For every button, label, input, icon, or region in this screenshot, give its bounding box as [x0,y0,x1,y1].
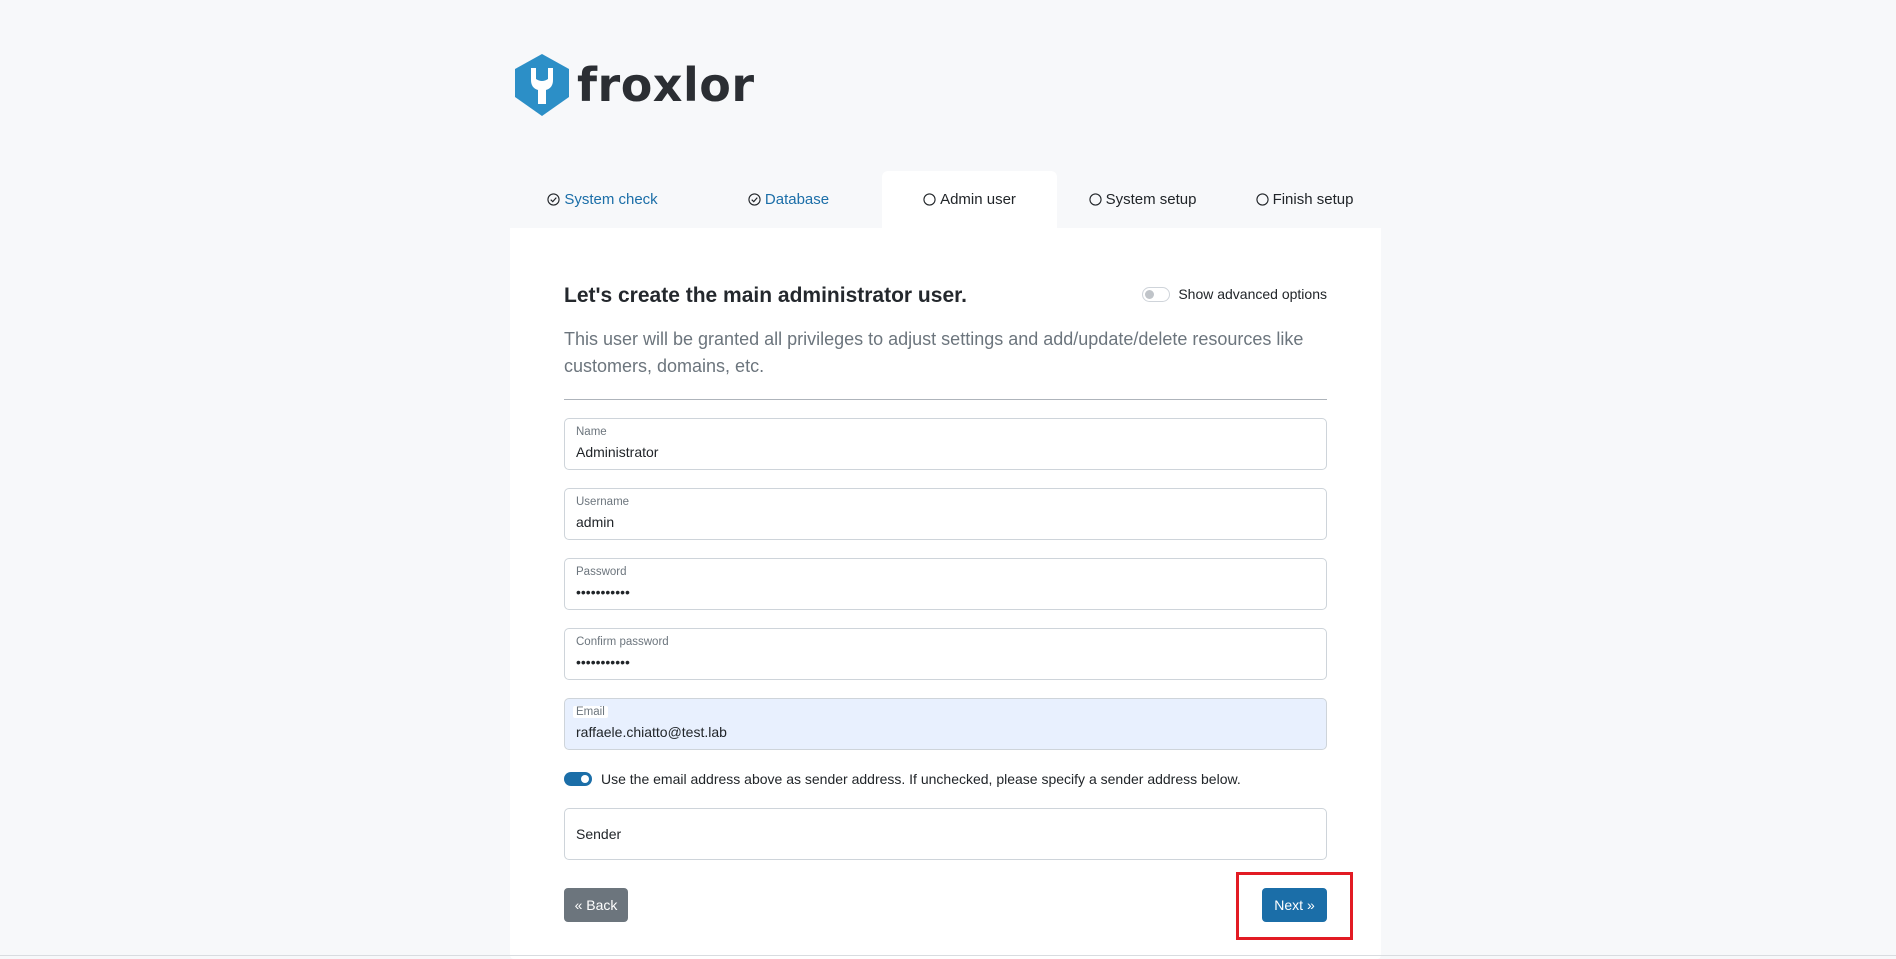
circle-icon [923,193,936,206]
intro-text: This user will be granted all privileges… [564,329,1304,376]
use-email-as-sender-label: Use the email address above as sender ad… [601,771,1241,787]
field-value[interactable]: ••••••••••• [576,654,630,670]
froxlor-logo: froxlor [509,52,755,118]
sender-field[interactable]: Sender [564,808,1327,860]
tab-label: System check [564,191,658,208]
next-button-highlight [1236,872,1353,940]
tab-label: Database [764,191,830,208]
confirm-password-field[interactable]: Confirm password ••••••••••• [564,628,1327,680]
toggle-switch[interactable] [1142,286,1171,302]
use-email-as-sender-toggle[interactable]: Use the email address above as sender ad… [564,771,1241,787]
tab-system-check[interactable]: System check [510,171,695,228]
check-circle-icon [547,193,560,206]
toggle-switch[interactable] [564,772,592,786]
page-title: Let's create the main administrator user… [564,284,967,307]
field-value[interactable]: admin [576,514,614,530]
setup-steps: System check Database Admin user System … [510,171,1381,228]
tab-label: Finish setup [1272,191,1354,208]
sender-placeholder[interactable]: Sender [576,826,621,842]
admin-user-card: Let's create the main administrator user… [510,228,1381,959]
field-value[interactable]: ••••••••••• [576,584,630,600]
tab-label: Admin user [940,191,1016,208]
check-circle-icon [748,193,761,206]
advanced-options-label: Show advanced options [1178,286,1327,302]
back-button[interactable]: « Back [564,888,628,922]
tab-admin-user[interactable]: Admin user [882,171,1057,228]
advanced-options-toggle[interactable]: Show advanced options [1142,286,1327,302]
password-field[interactable]: Password ••••••••••• [564,558,1327,610]
window-bottom-edge [0,955,1896,956]
name-field[interactable]: Name Administrator [564,418,1327,470]
froxlor-wrench-icon [515,54,569,116]
field-label: Password [576,566,627,578]
circle-icon [1088,193,1102,206]
divider [564,399,1327,400]
username-field[interactable]: Username admin [564,488,1327,540]
field-value[interactable]: Administrator [576,444,658,460]
circle-icon [1255,193,1269,206]
field-value[interactable]: raffaele.chiatto@test.lab [576,724,727,740]
tab-system-setup[interactable]: System setup [1057,171,1228,228]
brand-name: froxlor [577,58,755,112]
email-field[interactable]: Email raffaele.chiatto@test.lab [564,698,1327,750]
tab-finish-setup[interactable]: Finish setup [1228,171,1381,228]
field-label: Username [576,496,630,508]
tab-database[interactable]: Database [695,171,882,228]
field-label: Confirm password [576,636,669,648]
tab-label: System setup [1105,191,1197,208]
field-label: Name [576,426,607,438]
field-label: Email [573,706,608,718]
